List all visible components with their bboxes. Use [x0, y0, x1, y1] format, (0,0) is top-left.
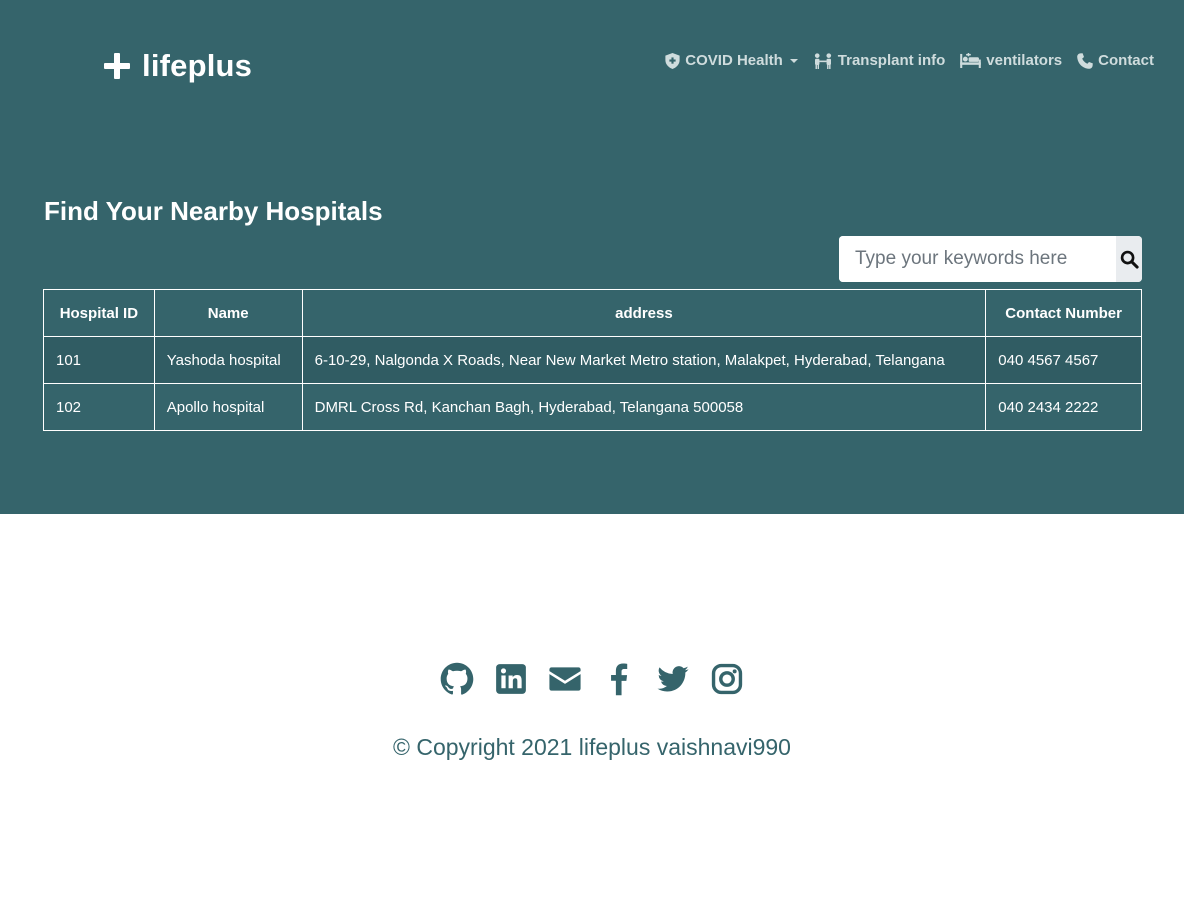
social-links — [0, 662, 1184, 696]
search-input[interactable] — [839, 236, 1116, 282]
page-title: Find Your Nearby Hospitals — [44, 196, 383, 226]
search-bar — [839, 236, 1142, 282]
cell-contact-number: 040 2434 2222 — [985, 383, 1142, 431]
cell-name: Yashoda hospital — [153, 336, 303, 384]
nav-item-label: ventilators — [986, 52, 1063, 69]
hero-section: lifeplus COVID Health Transplant info ve… — [0, 0, 1184, 514]
table-header-row: Hospital ID Name address Contact Number — [43, 289, 1142, 337]
nav-item-label: Transplant info — [837, 52, 946, 69]
github-icon — [440, 662, 474, 695]
search-icon — [1120, 250, 1139, 269]
cell-address: 6-10-29, Nalgonda X Roads, Near New Mark… — [301, 336, 987, 384]
cell-hospital-id: 102 — [43, 383, 155, 431]
phone-icon — [1077, 52, 1093, 69]
envelope-icon — [549, 667, 581, 691]
search-button[interactable] — [1116, 236, 1142, 282]
cell-hospital-id: 101 — [43, 336, 155, 384]
chevron-down-icon — [789, 58, 798, 63]
cell-contact-number: 040 4567 4567 — [985, 336, 1142, 384]
shield-icon — [665, 52, 680, 69]
twitter-icon — [657, 666, 689, 692]
cell-address: DMRL Cross Rd, Kanchan Bagh, Hyderabad, … — [301, 383, 987, 431]
header-address: address — [301, 289, 987, 337]
table-row: 101 Yashoda hospital 6-10-29, Nalgonda X… — [43, 336, 1142, 384]
top-nav: COVID Health Transplant info ventilators… — [665, 52, 1154, 69]
hospitals-table: Hospital ID Name address Contact Number … — [43, 289, 1142, 431]
cell-name: Apollo hospital — [153, 383, 303, 431]
nav-item-ventilators[interactable]: ventilators — [960, 52, 1062, 69]
brand-logo[interactable]: lifeplus — [104, 46, 252, 86]
copyright-text: © Copyright 2021 lifeplus vaishnavi990 — [393, 734, 791, 760]
twitter-link[interactable] — [656, 662, 690, 696]
header-name: Name — [153, 289, 303, 337]
table-row: 102 Apollo hospital DMRL Cross Rd, Kanch… — [43, 383, 1142, 431]
facebook-link[interactable] — [602, 662, 636, 696]
nav-item-transplant-info[interactable]: Transplant info — [813, 52, 946, 69]
nav-item-contact[interactable]: Contact — [1077, 52, 1154, 69]
bed-icon — [960, 53, 982, 68]
plus-icon — [104, 53, 130, 79]
facebook-icon — [611, 663, 628, 696]
instagram-icon — [711, 663, 743, 695]
linkedin-link[interactable] — [494, 662, 528, 696]
nav-item-label: Contact — [1098, 52, 1154, 69]
header-contact-number: Contact Number — [985, 289, 1142, 337]
instagram-link[interactable] — [710, 662, 744, 696]
brand-name: lifeplus — [142, 48, 253, 83]
header-hospital-id: Hospital ID — [43, 289, 155, 337]
nav-item-covid-health[interactable]: COVID Health — [665, 52, 798, 69]
email-link[interactable] — [548, 662, 582, 696]
linkedin-icon — [496, 664, 526, 694]
github-link[interactable] — [440, 662, 474, 696]
nav-item-label: COVID Health — [685, 52, 783, 69]
people-icon — [814, 52, 831, 69]
